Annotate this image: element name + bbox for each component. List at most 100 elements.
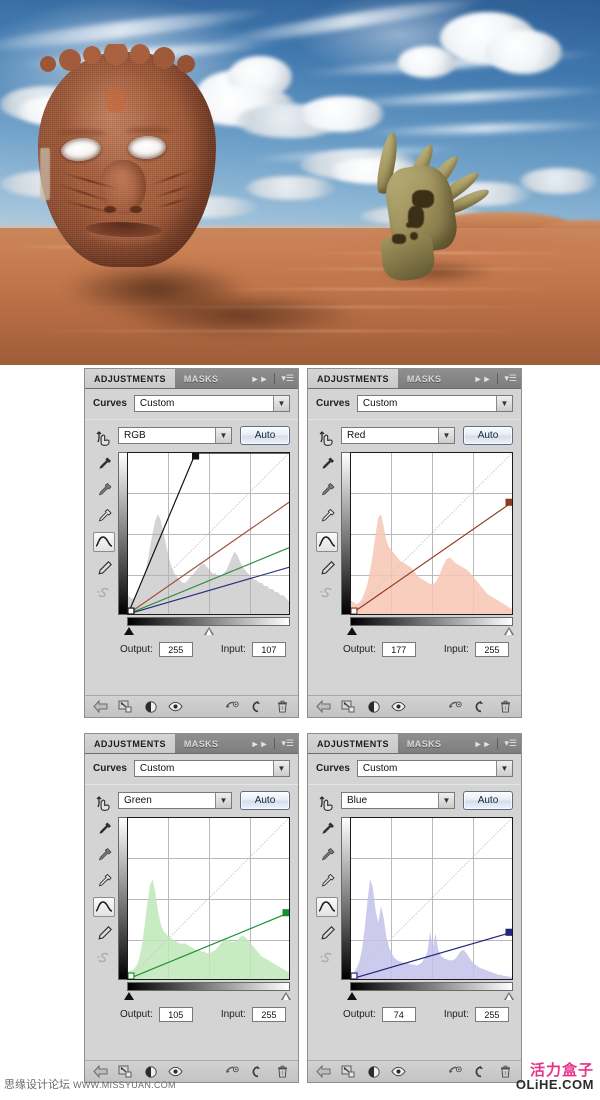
- curves-tool-strip[interactable]: [313, 426, 341, 657]
- input-field[interactable]: 255: [474, 642, 509, 657]
- preview-previous-state-icon[interactable]: [225, 1064, 240, 1079]
- preset-select[interactable]: Custom ▼: [356, 395, 513, 412]
- auto-button[interactable]: Auto: [240, 791, 290, 810]
- panel-menu-icon[interactable]: ▾☰: [500, 369, 521, 388]
- curve-tool-icon[interactable]: [316, 532, 338, 552]
- eyedropper-black-point-icon[interactable]: [316, 819, 338, 839]
- clip-to-layer-icon[interactable]: [341, 1064, 356, 1079]
- black-point-slider[interactable]: [124, 627, 134, 635]
- eyedropper-gray-point-icon[interactable]: [93, 480, 115, 500]
- smooth-curve-icon[interactable]: [93, 949, 115, 969]
- chevron-down-icon[interactable]: ▼: [273, 396, 289, 411]
- chevron-down-icon[interactable]: ▼: [215, 793, 231, 808]
- double-chevron-right-icon[interactable]: ►►: [470, 734, 496, 753]
- tab-adjustments[interactable]: ADJUSTMENTS: [308, 369, 398, 388]
- tab-adjustments[interactable]: ADJUSTMENTS: [308, 734, 398, 753]
- panel-menu-icon[interactable]: ▾☰: [500, 734, 521, 753]
- panel-header[interactable]: ADJUSTMENTS MASKS ►► ▾☰: [308, 369, 521, 389]
- eyedropper-black-point-icon[interactable]: [93, 454, 115, 474]
- panel-menu-icon[interactable]: ▾☰: [277, 734, 298, 753]
- delete-adjustment-icon[interactable]: [498, 1064, 513, 1079]
- on-image-adjust-icon[interactable]: [316, 793, 338, 813]
- smooth-curve-icon[interactable]: [316, 949, 338, 969]
- reset-adjustment-icon[interactable]: [250, 1064, 265, 1079]
- panel-menu-icon[interactable]: ▾☰: [277, 369, 298, 388]
- chevron-down-icon[interactable]: ▼: [496, 396, 512, 411]
- return-to-adjustment-list-icon[interactable]: [93, 699, 108, 714]
- auto-button[interactable]: Auto: [240, 426, 290, 445]
- curves-graph-blue[interactable]: [350, 817, 513, 980]
- on-image-adjust-icon[interactable]: [316, 428, 338, 448]
- chevron-down-icon[interactable]: ▼: [215, 428, 231, 443]
- preview-previous-state-icon[interactable]: [448, 699, 463, 714]
- eyedropper-black-point-icon[interactable]: [316, 454, 338, 474]
- channel-select[interactable]: Blue ▼: [341, 792, 455, 809]
- tab-masks[interactable]: MASKS: [398, 369, 451, 388]
- toggle-layer-mask-icon[interactable]: [366, 699, 381, 714]
- toggle-layer-visibility-icon[interactable]: [168, 699, 183, 714]
- chevron-down-icon[interactable]: ▼: [438, 428, 454, 443]
- toggle-layer-mask-icon[interactable]: [366, 1064, 381, 1079]
- eyedropper-gray-point-icon[interactable]: [316, 845, 338, 865]
- return-to-adjustment-list-icon[interactable]: [316, 699, 331, 714]
- preview-previous-state-icon[interactable]: [448, 1064, 463, 1079]
- return-to-adjustment-list-icon[interactable]: [316, 1064, 331, 1079]
- eyedropper-black-point-icon[interactable]: [93, 819, 115, 839]
- delete-adjustment-icon[interactable]: [275, 699, 290, 714]
- eyedropper-gray-point-icon[interactable]: [316, 480, 338, 500]
- curve-tool-icon[interactable]: [93, 532, 115, 552]
- pencil-tool-icon[interactable]: [316, 923, 338, 943]
- tab-masks[interactable]: MASKS: [175, 369, 228, 388]
- panel-footer[interactable]: [308, 1060, 521, 1082]
- curves-graph-rgb[interactable]: [127, 452, 290, 615]
- adjustments-panel-blue[interactable]: ADJUSTMENTS MASKS ►► ▾☰ Curves Custom ▼: [307, 733, 522, 1083]
- auto-button[interactable]: Auto: [463, 426, 513, 445]
- channel-select[interactable]: Red ▼: [341, 427, 455, 444]
- output-field[interactable]: 255: [158, 642, 193, 657]
- curves-graph-green[interactable]: [127, 817, 290, 980]
- preset-select[interactable]: Custom ▼: [133, 760, 290, 777]
- adjustments-panel-green[interactable]: ADJUSTMENTS MASKS ►► ▾☰ Curves Custom ▼: [84, 733, 299, 1083]
- pencil-tool-icon[interactable]: [93, 923, 115, 943]
- output-field[interactable]: 74: [381, 1007, 416, 1022]
- chevron-down-icon[interactable]: ▼: [438, 793, 454, 808]
- clip-to-layer-icon[interactable]: [341, 699, 356, 714]
- delete-adjustment-icon[interactable]: [275, 1064, 290, 1079]
- curves-tool-strip[interactable]: [90, 426, 118, 657]
- eyedropper-white-point-icon[interactable]: [316, 871, 338, 891]
- delete-adjustment-icon[interactable]: [498, 699, 513, 714]
- preview-previous-state-icon[interactable]: [225, 699, 240, 714]
- output-field[interactable]: 105: [158, 1007, 193, 1022]
- channel-select[interactable]: Green ▼: [118, 792, 232, 809]
- on-image-adjust-icon[interactable]: [93, 428, 115, 448]
- toggle-layer-visibility-icon[interactable]: [391, 699, 406, 714]
- panel-footer[interactable]: [308, 695, 521, 717]
- eyedropper-white-point-icon[interactable]: [316, 506, 338, 526]
- eyedropper-white-point-icon[interactable]: [93, 506, 115, 526]
- black-point-slider[interactable]: [347, 627, 357, 635]
- eyedropper-white-point-icon[interactable]: [93, 871, 115, 891]
- tab-adjustments[interactable]: ADJUSTMENTS: [85, 369, 175, 388]
- curve-tool-icon[interactable]: [93, 897, 115, 917]
- pencil-tool-icon[interactable]: [316, 558, 338, 578]
- black-point-slider[interactable]: [124, 992, 134, 1000]
- tab-masks[interactable]: MASKS: [398, 734, 451, 753]
- chevron-down-icon[interactable]: ▼: [273, 761, 289, 776]
- double-chevron-right-icon[interactable]: ►►: [470, 369, 496, 388]
- double-chevron-right-icon[interactable]: ►►: [247, 734, 273, 753]
- adjustments-panel-red[interactable]: ADJUSTMENTS MASKS ►► ▾☰ Curves Custom ▼: [307, 368, 522, 718]
- smooth-curve-icon[interactable]: [316, 584, 338, 604]
- adjustments-panel-rgb[interactable]: ADJUSTMENTS MASKS ►► ▾☰ Curves Custom ▼: [84, 368, 299, 718]
- auto-button[interactable]: Auto: [463, 791, 513, 810]
- curves-graph-red[interactable]: [350, 452, 513, 615]
- input-field[interactable]: 255: [474, 1007, 509, 1022]
- input-field[interactable]: 107: [251, 642, 286, 657]
- clip-to-layer-icon[interactable]: [118, 699, 133, 714]
- smooth-curve-icon[interactable]: [93, 584, 115, 604]
- toggle-layer-mask-icon[interactable]: [143, 699, 158, 714]
- panel-header[interactable]: ADJUSTMENTS MASKS ►► ▾☰: [308, 734, 521, 754]
- on-image-adjust-icon[interactable]: [93, 793, 115, 813]
- toggle-layer-visibility-icon[interactable]: [391, 1064, 406, 1079]
- curves-tool-strip[interactable]: [313, 791, 341, 1022]
- input-field[interactable]: 255: [251, 1007, 286, 1022]
